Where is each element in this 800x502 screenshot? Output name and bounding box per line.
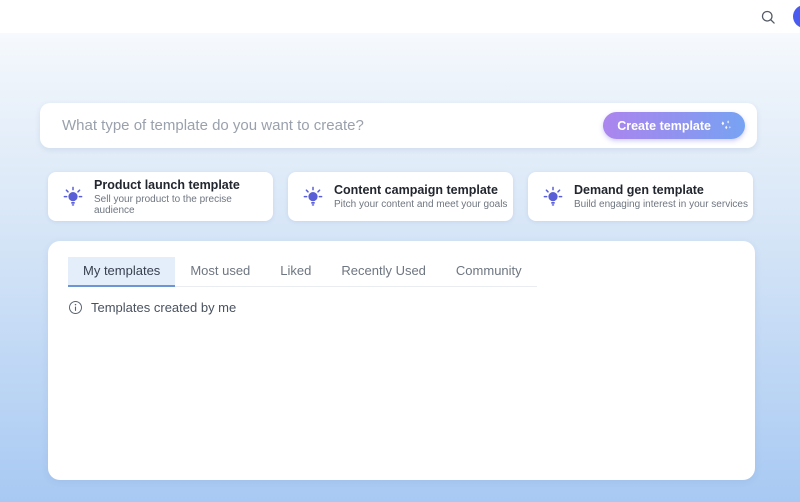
card-title: Demand gen template bbox=[574, 183, 748, 197]
card-content-campaign-template[interactable]: Content campaign template Pitch your con… bbox=[288, 172, 513, 221]
avatar[interactable] bbox=[793, 5, 800, 28]
template-prompt-bar: Create template bbox=[40, 103, 757, 148]
search-icon[interactable] bbox=[758, 7, 778, 27]
topbar bbox=[0, 0, 800, 33]
tab-recently-used[interactable]: Recently Used bbox=[326, 257, 441, 286]
empty-state-row: Templates created by me bbox=[68, 300, 755, 315]
card-texts: Product launch template Sell your produc… bbox=[94, 178, 273, 216]
tab-liked[interactable]: Liked bbox=[265, 257, 326, 286]
card-demand-gen-template[interactable]: Demand gen template Build engaging inter… bbox=[528, 172, 753, 221]
card-product-launch-template[interactable]: Product launch template Sell your produc… bbox=[48, 172, 273, 221]
create-template-button[interactable]: Create template bbox=[603, 112, 745, 139]
card-title: Product launch template bbox=[94, 178, 273, 192]
lightbulb-icon bbox=[61, 185, 85, 209]
empty-state-label: Templates created by me bbox=[91, 300, 236, 315]
card-subtitle: Build engaging interest in your services bbox=[574, 199, 748, 210]
templates-panel: My templates Most used Liked Recently Us… bbox=[48, 241, 755, 480]
card-subtitle: Sell your product to the precise audienc… bbox=[94, 194, 273, 216]
lightbulb-icon bbox=[301, 185, 325, 209]
tab-community[interactable]: Community bbox=[441, 257, 537, 286]
sparkles-icon bbox=[718, 118, 733, 133]
suggestion-cards-row: Product launch template Sell your produc… bbox=[48, 172, 753, 221]
card-title: Content campaign template bbox=[334, 183, 507, 197]
templates-tabstrip: My templates Most used Liked Recently Us… bbox=[68, 257, 537, 287]
card-texts: Demand gen template Build engaging inter… bbox=[574, 183, 748, 210]
tab-most-used[interactable]: Most used bbox=[175, 257, 265, 286]
card-texts: Content campaign template Pitch your con… bbox=[334, 183, 507, 210]
tab-my-templates[interactable]: My templates bbox=[68, 257, 175, 286]
search-icon-glyph bbox=[760, 9, 777, 26]
app-root: Create template bbox=[0, 0, 800, 502]
card-subtitle: Pitch your content and meet your goals bbox=[334, 199, 507, 210]
create-template-label: Create template bbox=[617, 119, 711, 133]
lightbulb-icon bbox=[541, 185, 565, 209]
info-icon bbox=[68, 300, 83, 315]
